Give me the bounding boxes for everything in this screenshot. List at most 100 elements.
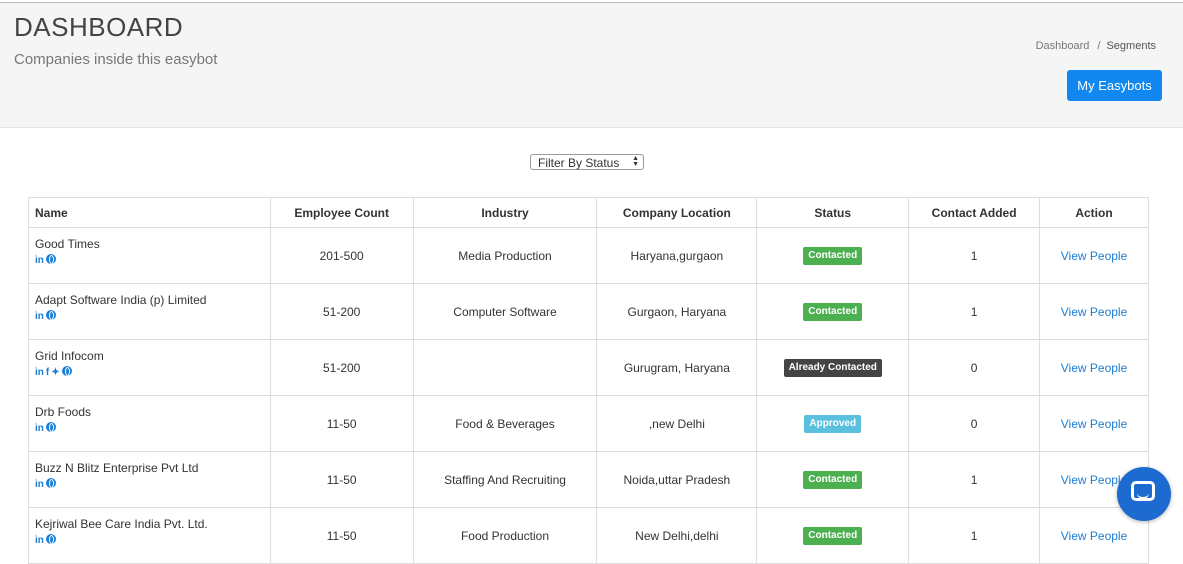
view-people-link[interactable]: View People: [1061, 305, 1128, 319]
breadcrumb-separator: /: [1097, 40, 1101, 52]
status-badge: Approved: [804, 414, 862, 433]
industry: Food & Beverages: [412, 395, 598, 452]
status-badge: Contacted: [803, 302, 863, 321]
industry: [412, 339, 598, 396]
contact-added: 1: [908, 451, 1041, 508]
globe-icon[interactable]: [45, 310, 56, 320]
my-easybots-button[interactable]: My Easybots: [1067, 70, 1162, 101]
company-location: New Delhi,delhi: [596, 507, 758, 564]
globe-icon[interactable]: [45, 478, 56, 488]
status-cell: Approved: [756, 395, 910, 452]
action-cell: View People: [1039, 227, 1149, 284]
status-badge: Already Contacted: [783, 358, 882, 377]
company-name-cell: Drb Foods in: [28, 395, 271, 452]
company-name-cell: Good Times in: [28, 227, 271, 284]
view-people-link[interactable]: View People: [1061, 417, 1128, 431]
employee-count: 201-500: [269, 227, 414, 284]
action-cell: View People: [1039, 339, 1149, 396]
filter-status-value: Filter By Status: [538, 156, 620, 170]
company-name-cell: Kejriwal Bee Care India Pvt. Ltd. in: [28, 507, 271, 564]
status-cell: Contacted: [756, 227, 910, 284]
company-name: Drb Foods: [35, 405, 92, 419]
column-header: Contact Added: [908, 197, 1041, 228]
breadcrumb-current: Segments: [1106, 40, 1156, 52]
social-links: in: [35, 254, 264, 266]
employee-count: 51-200: [269, 283, 414, 340]
status-badge: Contacted: [803, 246, 863, 265]
employee-count: 11-50: [269, 507, 414, 564]
company-name: Adapt Software India (p) Limited: [35, 293, 207, 307]
column-header: Industry: [412, 197, 598, 228]
employee-count: 11-50: [269, 451, 414, 508]
contact-added: 1: [908, 283, 1041, 340]
column-header: Name: [28, 197, 271, 228]
company-name: Good Times: [35, 237, 100, 251]
column-header: Company Location: [596, 197, 758, 228]
linkedin-icon[interactable]: in: [35, 311, 44, 322]
status-cell: Contacted: [756, 507, 910, 564]
company-name-cell: Buzz N Blitz Enterprise Pvt Ltd in: [28, 451, 271, 508]
industry: Media Production: [412, 227, 598, 284]
table-row: Buzz N Blitz Enterprise Pvt Ltd in 11-50…: [28, 451, 1149, 508]
view-people-link[interactable]: View People: [1061, 473, 1128, 487]
table-row: Adapt Software India (p) Limited in 51-2…: [28, 283, 1149, 340]
select-arrows-icon: ▲ ▼: [632, 155, 639, 168]
company-name: Grid Infocom: [35, 349, 104, 363]
globe-icon[interactable]: [61, 366, 72, 376]
column-header: Employee Count: [269, 197, 414, 228]
twitter-icon[interactable]: ✦: [51, 367, 59, 378]
industry: Staffing And Recruiting: [412, 451, 598, 508]
linkedin-icon[interactable]: in: [35, 535, 44, 546]
company-name: Kejriwal Bee Care India Pvt. Ltd.: [35, 517, 208, 531]
industry: Computer Software: [412, 283, 598, 340]
table-row: Good Times in 201-500 Media Production H…: [28, 227, 1149, 284]
company-name-cell: Adapt Software India (p) Limited in: [28, 283, 271, 340]
globe-icon[interactable]: [45, 422, 56, 432]
facebook-icon[interactable]: f: [46, 367, 49, 378]
social-links: in: [35, 534, 264, 546]
company-location: ,new Delhi: [596, 395, 758, 452]
table-row: Kejriwal Bee Care India Pvt. Ltd. in 11-…: [28, 507, 1149, 564]
company-name-cell: Grid Infocom in f ✦: [28, 339, 271, 396]
status-cell: Already Contacted: [756, 339, 910, 396]
page-subtitle: Companies inside this easybot: [14, 51, 218, 68]
contact-added: 1: [908, 227, 1041, 284]
company-location: Haryana,gurgaon: [596, 227, 758, 284]
contact-added: 0: [908, 339, 1041, 396]
linkedin-icon[interactable]: in: [35, 255, 44, 266]
action-cell: View People: [1039, 283, 1149, 340]
companies-table: Name Employee Count Industry Company Loc…: [28, 197, 1149, 564]
column-header: Action: [1039, 197, 1149, 228]
page-header: DASHBOARD Companies inside this easybot …: [0, 3, 1183, 128]
social-links: in: [35, 310, 264, 322]
breadcrumb-dashboard-link[interactable]: Dashboard: [1036, 40, 1090, 52]
company-location: Noida,uttar Pradesh: [596, 451, 758, 508]
view-people-link[interactable]: View People: [1061, 249, 1128, 263]
social-links: in: [35, 478, 264, 490]
breadcrumb: Dashboard / Segments: [1036, 40, 1156, 52]
linkedin-icon[interactable]: in: [35, 423, 44, 434]
status-badge: Contacted: [803, 526, 863, 545]
employee-count: 11-50: [269, 395, 414, 452]
globe-icon[interactable]: [45, 534, 56, 544]
chat-icon: [1131, 481, 1155, 501]
table-row: Drb Foods in 11-50 Food & Beverages ,new…: [28, 395, 1149, 452]
social-links: in f ✦: [35, 366, 264, 378]
company-name: Buzz N Blitz Enterprise Pvt Ltd: [35, 461, 199, 475]
globe-icon[interactable]: [45, 254, 56, 264]
view-people-link[interactable]: View People: [1061, 529, 1128, 543]
contact-added: 0: [908, 395, 1041, 452]
linkedin-icon[interactable]: in: [35, 479, 44, 490]
filter-status-select[interactable]: Filter By Status ▲ ▼: [530, 154, 644, 170]
company-location: Gurgaon, Haryana: [596, 283, 758, 340]
chat-launcher-button[interactable]: [1117, 467, 1171, 521]
action-cell: View People: [1039, 395, 1149, 452]
contact-added: 1: [908, 507, 1041, 564]
industry: Food Production: [412, 507, 598, 564]
view-people-link[interactable]: View People: [1061, 361, 1128, 375]
status-cell: Contacted: [756, 451, 910, 508]
page-title: DASHBOARD: [14, 12, 184, 42]
column-header: Status: [756, 197, 910, 228]
status-cell: Contacted: [756, 283, 910, 340]
linkedin-icon[interactable]: in: [35, 367, 44, 378]
